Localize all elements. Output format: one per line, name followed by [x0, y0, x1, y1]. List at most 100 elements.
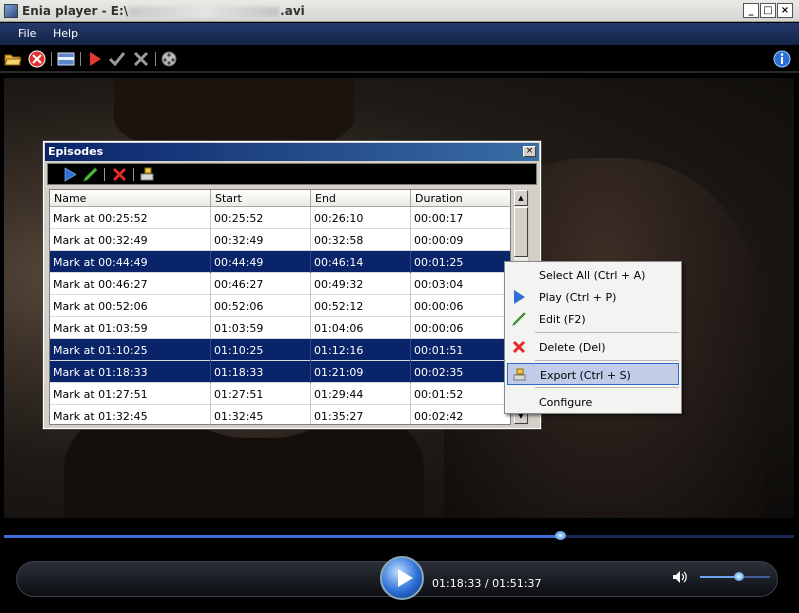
menu-separator	[535, 387, 679, 388]
play-icon	[514, 290, 525, 304]
edit-pencil-icon	[512, 312, 526, 326]
seek-bar-thumb[interactable]	[555, 531, 566, 540]
table-row[interactable]: Mark at 01:03:59 01:03:59 01:04:06 00:00:06	[50, 317, 510, 339]
cell-start: 00:46:27	[211, 273, 311, 295]
menu-item-select-all[interactable]: Select All (Ctrl + A)	[507, 264, 679, 286]
menu-help[interactable]: Help	[53, 27, 78, 40]
delete-icon	[512, 340, 526, 354]
episodes-title-bar[interactable]: Episodes ×	[45, 143, 539, 161]
episodes-toolbar	[47, 163, 537, 185]
column-header-start[interactable]: Start	[211, 190, 311, 207]
export-icon	[513, 368, 526, 381]
cell-end: 01:29:44	[311, 383, 411, 405]
play-icon[interactable]	[86, 50, 104, 68]
cell-duration: 00:02:35	[411, 361, 510, 383]
export-icon[interactable]	[139, 166, 156, 183]
menu-file[interactable]: File	[18, 27, 36, 40]
table-row[interactable]: Mark at 01:27:51 01:27:51 01:29:44 00:01:52	[50, 383, 510, 405]
info-icon[interactable]	[773, 50, 791, 68]
episodes-close-button[interactable]: ×	[523, 146, 536, 157]
cell-end: 00:49:32	[311, 273, 411, 295]
volume-icon[interactable]	[672, 570, 688, 584]
cell-end: 01:12:16	[311, 339, 411, 361]
blurred-filename	[129, 6, 280, 17]
toolbar-separator	[80, 52, 81, 66]
table-row[interactable]: Mark at 01:10:25 01:10:25 01:12:16 00:01:51	[50, 339, 510, 361]
menu-item-label: Edit (F2)	[539, 313, 586, 326]
table-row[interactable]: Mark at 01:18:33 01:18:33 01:21:09 00:02:35	[50, 361, 510, 383]
menu-item-label: Export (Ctrl + S)	[540, 369, 631, 382]
cell-start: 00:52:06	[211, 295, 311, 317]
menu-item-label: Delete (Del)	[539, 341, 606, 354]
cell-name: Mark at 00:25:52	[50, 207, 211, 229]
play-button[interactable]	[380, 556, 424, 600]
window-title-prefix: Enia player - E:\	[22, 4, 129, 18]
menu-item-export[interactable]: Export (Ctrl + S)	[507, 363, 679, 385]
scroll-up-button[interactable]: ▲	[514, 190, 528, 206]
cell-end: 00:46:14	[311, 251, 411, 273]
cell-duration: 00:03:04	[411, 273, 510, 295]
menu-separator	[535, 360, 679, 361]
cancel-icon[interactable]	[132, 50, 150, 68]
menu-separator	[535, 332, 679, 333]
table-row[interactable]: Mark at 00:52:06 00:52:06 00:52:12 00:00:06	[50, 295, 510, 317]
menu-item-play[interactable]: Play (Ctrl + P)	[507, 286, 679, 308]
cell-name: Mark at 01:10:25	[50, 339, 211, 361]
cell-start: 01:32:45	[211, 405, 311, 424]
menu-item-edit[interactable]: Edit (F2)	[507, 308, 679, 330]
cell-end: 01:04:06	[311, 317, 411, 339]
menu-item-label: Select All (Ctrl + A)	[539, 269, 646, 282]
seek-bar-progress	[4, 535, 560, 538]
menu-item-delete[interactable]: Delete (Del)	[507, 336, 679, 358]
minimize-button[interactable]: _	[743, 3, 759, 18]
scrollbar-thumb[interactable]	[514, 207, 528, 257]
cell-start: 01:03:59	[211, 317, 311, 339]
cell-name: Mark at 01:18:33	[50, 361, 211, 383]
maximize-button[interactable]: □	[760, 3, 776, 18]
cell-name: Mark at 01:32:45	[50, 405, 211, 424]
cell-end: 00:32:58	[311, 229, 411, 251]
open-folder-icon[interactable]	[4, 50, 22, 68]
cell-end: 00:26:10	[311, 207, 411, 229]
cell-end: 01:21:09	[311, 361, 411, 383]
table-row[interactable]: Mark at 01:32:45 01:32:45 01:35:27 00:02:42	[50, 405, 510, 424]
check-icon[interactable]	[108, 50, 126, 68]
episodes-title: Episodes	[48, 145, 104, 158]
play-icon[interactable]	[62, 166, 79, 183]
menu-bar: File Help	[0, 23, 799, 45]
column-header-duration[interactable]: Duration	[411, 190, 510, 207]
cell-name: Mark at 00:46:27	[50, 273, 211, 295]
toolbar-separator	[104, 168, 105, 181]
column-header-name[interactable]: Name	[50, 190, 211, 207]
film-reel-icon[interactable]	[160, 50, 178, 68]
delete-icon[interactable]	[111, 166, 128, 183]
table-row[interactable]: Mark at 00:25:52 00:25:52 00:26:10 00:00:17	[50, 207, 510, 229]
window-title: Enia player - E:\ .avi	[22, 4, 305, 18]
column-header-end[interactable]: End	[311, 190, 411, 207]
stop-icon[interactable]	[28, 50, 46, 68]
edit-pencil-icon[interactable]	[82, 166, 99, 183]
panel-icon[interactable]	[57, 50, 75, 68]
close-button[interactable]: ×	[777, 3, 793, 18]
cell-duration: 00:01:51	[411, 339, 510, 361]
volume-slider-thumb[interactable]	[733, 572, 744, 581]
window-title-suffix: .avi	[280, 4, 305, 18]
cell-start: 01:27:51	[211, 383, 311, 405]
table-row[interactable]: Mark at 00:32:49 00:32:49 00:32:58 00:00:09	[50, 229, 510, 251]
cell-duration: 00:00:06	[411, 317, 510, 339]
cell-duration: 00:00:09	[411, 229, 510, 251]
cell-duration: 00:01:25	[411, 251, 510, 273]
menu-item-configure[interactable]: Configure	[507, 391, 679, 413]
cell-end: 00:52:12	[311, 295, 411, 317]
volume-slider-level	[700, 576, 739, 578]
episodes-table: Name Start End Duration Mark at 00:25:52…	[49, 189, 511, 425]
table-row[interactable]: Mark at 00:46:27 00:46:27 00:49:32 00:03:04	[50, 273, 510, 295]
time-display: 01:18:33 / 01:51:37	[432, 577, 542, 590]
cell-name: Mark at 01:27:51	[50, 383, 211, 405]
cell-duration: 00:02:42	[411, 405, 510, 424]
cell-duration: 00:00:06	[411, 295, 510, 317]
toolbar-separator	[133, 168, 134, 181]
cell-duration: 00:01:52	[411, 383, 510, 405]
cell-name: Mark at 01:03:59	[50, 317, 211, 339]
table-row[interactable]: Mark at 00:44:49 00:44:49 00:46:14 00:01:25	[50, 251, 510, 273]
